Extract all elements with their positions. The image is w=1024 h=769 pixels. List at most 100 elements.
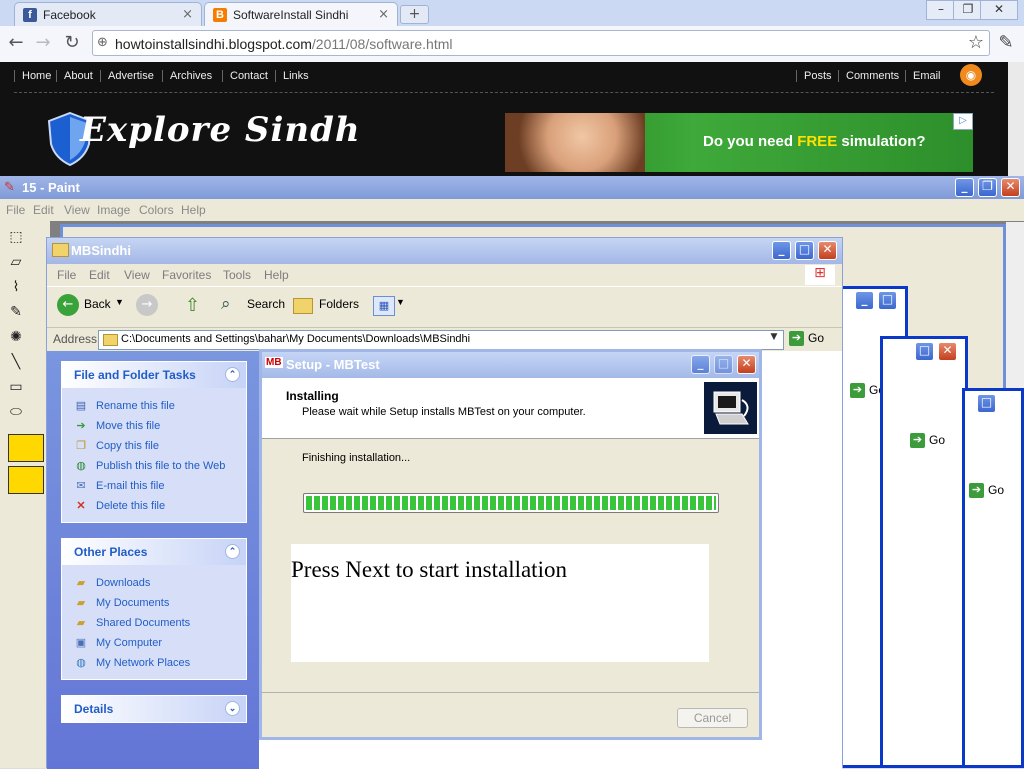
task-move[interactable]: ➔ Move this file: [62, 416, 246, 436]
maximize-button[interactable]: □: [878, 291, 897, 310]
go-button[interactable]: ➔ Go: [969, 483, 1004, 499]
panel-header[interactable]: File and Folder Tasks ⌃: [62, 362, 246, 388]
nav-email[interactable]: Email: [905, 70, 948, 82]
collapse-chevron-icon[interactable]: ⌃: [225, 367, 240, 382]
maximize-button[interactable]: □: [915, 342, 934, 361]
close-tab-icon[interactable]: ×: [182, 7, 193, 22]
line-icon[interactable]: ╲: [5, 352, 27, 372]
menu-favorites[interactable]: Favorites: [162, 268, 211, 282]
close-button[interactable]: ✕: [938, 342, 957, 361]
explorer-minimize-button[interactable]: _: [772, 241, 791, 260]
go-button[interactable]: ➔ Go: [910, 433, 945, 449]
panel-header[interactable]: Details ⌄: [62, 696, 246, 722]
forward-arrow-icon[interactable]: →: [31, 31, 55, 55]
menu-help[interactable]: Help: [264, 268, 289, 282]
address-label: Address: [53, 332, 98, 346]
paint-menu-help[interactable]: Help: [181, 203, 206, 217]
explorer-maximize-button[interactable]: □: [795, 241, 814, 260]
bookmark-star-icon[interactable]: ☆: [964, 31, 988, 55]
rss-icon[interactable]: ◉: [960, 64, 982, 86]
collapse-chevron-icon[interactable]: ⌃: [225, 544, 240, 559]
ellipse-icon[interactable]: ⬭: [5, 402, 27, 422]
pencil-icon[interactable]: ✎: [5, 302, 27, 322]
tab-facebook[interactable]: f Facebook ×: [14, 2, 202, 26]
eraser-icon[interactable]: ▱: [5, 252, 27, 272]
ad-banner[interactable]: Do you need FREE simulation?: [505, 113, 973, 172]
nav-archives[interactable]: Archives: [162, 70, 219, 82]
menu-view[interactable]: View: [124, 268, 150, 282]
menu-file[interactable]: File: [57, 268, 76, 282]
task-delete[interactable]: ✕ Delete this file: [62, 496, 246, 516]
paint-close-button[interactable]: ✕: [1001, 178, 1020, 197]
restore-button[interactable]: ❐: [953, 0, 983, 20]
place-shared-documents[interactable]: ▰ Shared Documents: [62, 613, 246, 633]
minimize-button[interactable]: –: [926, 0, 956, 20]
new-tab-button[interactable]: +: [400, 5, 429, 24]
minimize-button[interactable]: _: [855, 291, 874, 310]
address-field[interactable]: C:\Documents and Settings\bahar\My Docum…: [98, 330, 784, 350]
paint-menu-edit[interactable]: Edit: [33, 203, 54, 217]
setup-maximize-button[interactable]: □: [714, 355, 733, 374]
address-bar[interactable]: ⊕ howtoinstallsindhi.blogspot.com/2011/0…: [92, 30, 990, 56]
paint-menu-colors[interactable]: Colors: [139, 203, 174, 217]
close-tab-icon[interactable]: ×: [378, 7, 389, 22]
nav-posts[interactable]: Posts: [796, 70, 839, 82]
menu-edit[interactable]: Edit: [89, 268, 110, 282]
paint-minimize-button[interactable]: _: [955, 178, 974, 197]
explorer-close-button[interactable]: ✕: [818, 241, 837, 260]
ad-choices-icon[interactable]: ▷: [953, 113, 973, 130]
blog-logo-text[interactable]: Explore Sindh: [80, 110, 361, 150]
expand-chevron-icon[interactable]: ⌄: [225, 701, 240, 716]
menu-tools[interactable]: Tools: [223, 268, 251, 282]
airbrush-icon[interactable]: ✺: [5, 327, 27, 347]
task-publish[interactable]: ◍ Publish this file to the Web: [62, 456, 246, 476]
forward-icon[interactable]: →: [136, 294, 158, 316]
paint-menu-image[interactable]: Image: [97, 203, 130, 217]
page-scrollbar[interactable]: [1008, 62, 1024, 176]
paint-color-swatch[interactable]: [8, 466, 44, 494]
free-select-icon[interactable]: ⬚: [5, 227, 27, 247]
place-my-documents[interactable]: ▰ My Documents: [62, 593, 246, 613]
nav-advertise[interactable]: Advertise: [100, 70, 161, 82]
explorer-title: MBSindhi: [71, 243, 131, 258]
nav-comments[interactable]: Comments: [838, 70, 906, 82]
nav-about[interactable]: About: [56, 70, 100, 82]
paint-restore-button[interactable]: ❐: [978, 178, 997, 197]
cancel-button[interactable]: Cancel: [677, 708, 748, 728]
back-dropdown-icon[interactable]: ▼: [115, 297, 124, 307]
wrench-menu-icon[interactable]: ✎: [994, 31, 1018, 55]
address-dropdown-icon[interactable]: ▼: [767, 332, 781, 346]
paint-menu-file[interactable]: File: [6, 203, 25, 217]
search-icon[interactable]: ⌕: [221, 294, 231, 314]
views-icon[interactable]: ▦: [373, 296, 395, 316]
color-picker-icon[interactable]: ⌇: [5, 277, 27, 297]
folders-button-label[interactable]: Folders: [319, 297, 359, 311]
back-arrow-icon[interactable]: ←: [4, 31, 28, 55]
maximize-button[interactable]: □: [977, 394, 996, 413]
place-my-network-places[interactable]: ◍ My Network Places: [62, 653, 246, 673]
rectangle-icon[interactable]: ▭: [5, 377, 27, 397]
back-icon[interactable]: ←: [57, 294, 79, 316]
nav-links[interactable]: Links: [275, 70, 316, 82]
go-button[interactable]: ➔ Go: [789, 331, 824, 347]
views-dropdown-icon[interactable]: ▼: [396, 297, 405, 307]
panel-header[interactable]: Other Places ⌃: [62, 539, 246, 565]
task-copy[interactable]: ❐ Copy this file: [62, 436, 246, 456]
paint-color-swatch[interactable]: [8, 434, 44, 462]
setup-minimize-button[interactable]: _: [691, 355, 710, 374]
search-button-label[interactable]: Search: [247, 297, 285, 311]
up-folder-icon[interactable]: ⇧: [185, 295, 200, 316]
close-window-button[interactable]: ✕: [980, 0, 1018, 20]
place-downloads[interactable]: ▰ Downloads: [62, 573, 246, 593]
setup-close-button[interactable]: ✕: [737, 355, 756, 374]
task-rename[interactable]: ▤ Rename this file: [62, 396, 246, 416]
back-button-label[interactable]: Back: [84, 297, 111, 311]
folders-icon[interactable]: [293, 298, 313, 314]
paint-menu-view[interactable]: View: [64, 203, 90, 217]
nav-home[interactable]: Home: [14, 70, 58, 82]
place-my-computer[interactable]: ▣ My Computer: [62, 633, 246, 653]
tab-softwareinstall-sindhi[interactable]: B SoftwareInstall Sindhi ×: [204, 2, 398, 26]
task-email[interactable]: ✉ E-mail this file: [62, 476, 246, 496]
reload-icon[interactable]: ↻: [60, 31, 84, 55]
nav-contact[interactable]: Contact: [222, 70, 275, 82]
